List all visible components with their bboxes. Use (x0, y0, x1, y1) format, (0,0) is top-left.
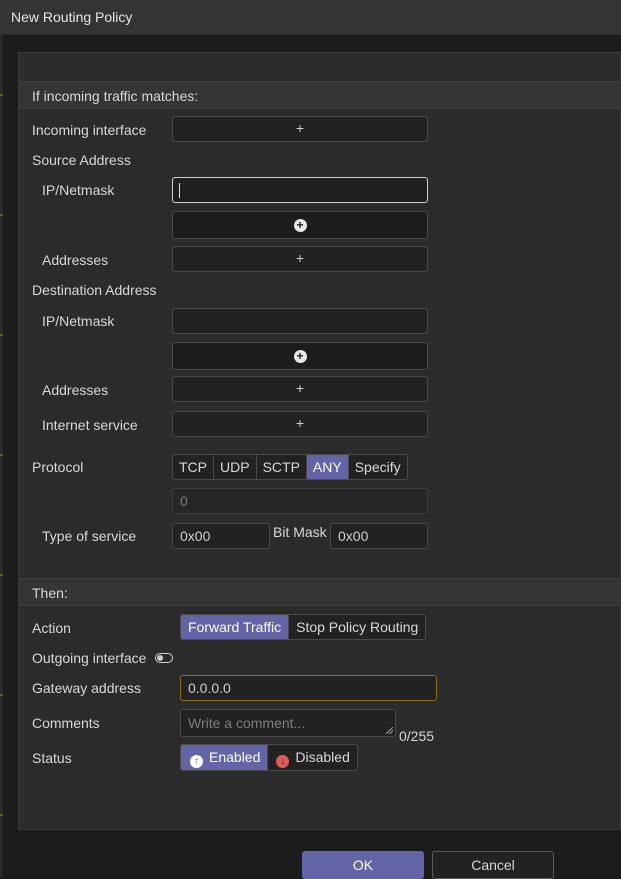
destination-ip-netmask-label: IP/Netmask (42, 313, 115, 329)
protocol-number-input[interactable]: 0 (172, 488, 428, 514)
status-selector: ↑ Enabled ↓ Disabled (180, 744, 358, 771)
arrow-up-circle-icon: ↑ (190, 755, 203, 768)
bit-mask-value: 0x00 (338, 528, 369, 544)
bit-mask-label: Bit Mask (273, 524, 327, 540)
status-disabled-text: Disabled (295, 749, 350, 765)
status-option-enabled[interactable]: ↑ Enabled (181, 745, 269, 770)
then-section-header: Then: (19, 578, 621, 606)
destination-addresses-add-button[interactable]: + (172, 376, 428, 402)
gateway-address-value: 0.0.0.0 (188, 680, 231, 696)
comments-textarea[interactable]: Write a comment... (180, 709, 396, 737)
gateway-address-input[interactable]: 0.0.0.0 (180, 675, 437, 701)
status-label: Status (32, 750, 72, 766)
match-section-header: If incoming traffic matches: (19, 81, 621, 109)
type-of-service-input[interactable]: 0x00 (172, 523, 270, 549)
status-enabled-text: Enabled (209, 749, 261, 765)
incoming-interface-label: Incoming interface (32, 122, 147, 138)
comments-placeholder: Write a comment... (188, 715, 306, 731)
type-of-service-label: Type of service (42, 528, 137, 544)
toggle-knob (157, 654, 163, 661)
status-option-disabled[interactable]: ↓ Disabled (268, 745, 357, 770)
plus-icon: + (295, 250, 305, 266)
action-label: Action (32, 620, 71, 636)
protocol-label: Protocol (32, 459, 84, 475)
protocol-selector: TCP UDP SCTP ANY Specify (172, 454, 408, 480)
gateway-address-label: Gateway address (32, 680, 141, 696)
source-addresses-add-button[interactable]: + (172, 246, 428, 272)
destination-address-label: Destination Address (32, 282, 157, 298)
bit-mask-input[interactable]: 0x00 (330, 523, 428, 549)
source-address-label: Source Address (32, 152, 131, 168)
plus-icon: + (295, 415, 305, 431)
ok-button[interactable]: OK (302, 851, 424, 879)
plus-icon: + (295, 120, 305, 136)
comments-label: Comments (32, 715, 100, 731)
internet-service-add-button[interactable]: + (172, 411, 428, 437)
plus-icon: + (295, 380, 305, 396)
plus-circle-icon: + (293, 218, 307, 232)
action-selector: Forward Traffic Stop Policy Routing (180, 614, 427, 640)
source-addresses-label: Addresses (42, 252, 109, 268)
type-of-service-value: 0x00 (180, 528, 211, 544)
protocol-option-tcp[interactable]: TCP (173, 455, 214, 479)
background-window-edge (0, 34, 3, 877)
internet-service-label: Internet service (42, 417, 138, 433)
destination-ip-netmask-input[interactable] (172, 308, 428, 334)
protocol-option-sctp[interactable]: SCTP (256, 455, 307, 479)
then-section-title: Then: (32, 585, 68, 601)
incoming-interface-add-button[interactable]: + (172, 116, 428, 142)
protocol-option-specify[interactable]: Specify (348, 455, 407, 479)
resize-grip-icon[interactable] (386, 727, 393, 734)
match-section-title: If incoming traffic matches: (32, 88, 199, 104)
source-ip-netmask-input[interactable] (172, 177, 428, 203)
plus-circle-icon: + (293, 349, 307, 363)
protocol-option-udp[interactable]: UDP (214, 455, 257, 479)
protocol-number-value: 0 (180, 493, 188, 509)
dialog-title: New Routing Policy (11, 9, 133, 25)
destination-addresses-label: Addresses (42, 382, 109, 398)
source-ip-netmask-label: IP/Netmask (42, 182, 115, 198)
outgoing-interface-toggle[interactable] (155, 653, 173, 663)
destination-ip-add-button[interactable]: + (172, 342, 428, 370)
action-option-forward-traffic[interactable]: Forward Traffic (181, 615, 290, 639)
action-option-stop-policy-routing[interactable]: Stop Policy Routing (289, 615, 426, 639)
protocol-option-any[interactable]: ANY (306, 455, 349, 479)
text-caret (179, 183, 180, 198)
dialog-titlebar: New Routing Policy (0, 0, 621, 35)
comments-counter: 0/255 (399, 728, 435, 744)
source-ip-add-button[interactable]: + (172, 211, 428, 239)
outgoing-interface-label: Outgoing interface (32, 650, 147, 666)
arrow-down-circle-icon: ↓ (276, 755, 290, 768)
cancel-button[interactable]: Cancel (432, 851, 554, 879)
